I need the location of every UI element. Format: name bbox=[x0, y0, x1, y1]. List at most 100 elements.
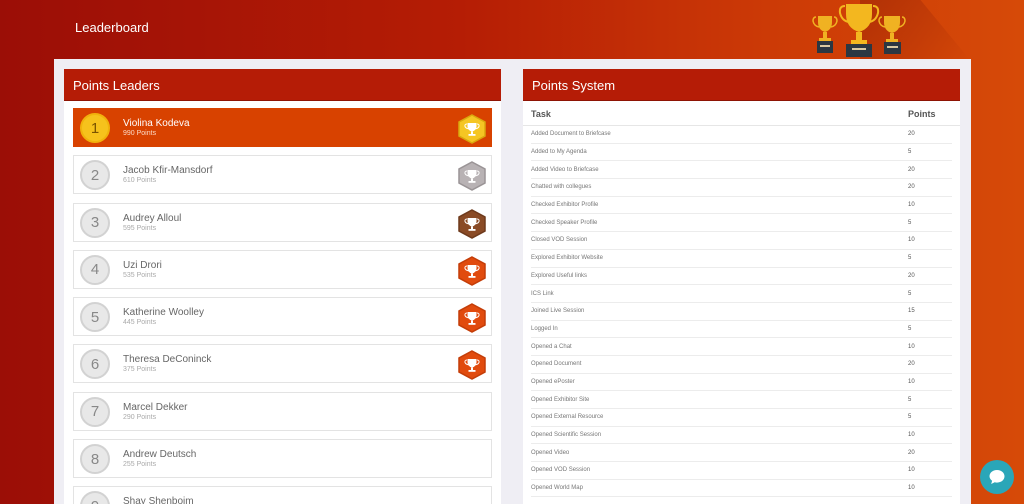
table-row: Opened Document 20 bbox=[531, 356, 952, 374]
task-cell: Checked Speaker Profile bbox=[531, 219, 598, 226]
rank-circle: 8 bbox=[80, 444, 110, 475]
leader-name: Audrey Alloul bbox=[123, 212, 182, 224]
points-cell: 5 bbox=[908, 149, 912, 156]
orange-trophy-icon bbox=[458, 256, 486, 286]
rank-circle: 1 bbox=[80, 113, 110, 143]
points-cell: 10 bbox=[908, 237, 915, 244]
points-cell: 20 bbox=[908, 166, 915, 173]
orange-trophy-icon bbox=[458, 350, 486, 381]
task-cell: ICS Link bbox=[531, 290, 554, 297]
points-cell: 5 bbox=[908, 396, 912, 403]
points-cell: 5 bbox=[908, 255, 912, 262]
task-cell: Opened a Chat bbox=[531, 343, 572, 350]
task-cell: Added Video to Briefcase bbox=[531, 166, 599, 173]
orange-trophy-icon bbox=[458, 303, 486, 334]
rank-circle: 7 bbox=[80, 396, 110, 427]
leader-name: Jacob Kfir-Mansdorf bbox=[123, 165, 213, 177]
table-row: Logged In 5 bbox=[531, 321, 952, 339]
silver-trophy-icon bbox=[458, 161, 486, 192]
leader-row[interactable]: 2 Jacob Kfir-Mansdorf 610 Points bbox=[73, 155, 492, 195]
points-cell: 15 bbox=[908, 308, 915, 315]
leader-row[interactable]: 7 Marcel Dekker 290 Points bbox=[73, 391, 492, 431]
points-leaders-panel: Points Leaders 1 Violina Kodeva 990 Points… bbox=[64, 69, 501, 504]
points-cell: 20 bbox=[908, 449, 915, 456]
leader-row[interactable]: 3 Audrey Alloul 595 Points bbox=[73, 202, 492, 242]
leader-row[interactable]: 6 Theresa DeConinck 375 Points bbox=[73, 344, 492, 384]
task-cell: Opened ePoster bbox=[531, 378, 575, 385]
page-title: Leaderboard bbox=[75, 20, 149, 35]
rank-circle: 5 bbox=[80, 302, 110, 333]
leader-points: 255 Points bbox=[123, 461, 157, 469]
content-area: Points Leaders 1 Violina Kodeva 990 Points… bbox=[54, 59, 971, 504]
table-row: Explored Useful links 20 bbox=[531, 268, 952, 286]
rank-circle: 4 bbox=[80, 254, 110, 285]
leader-name: Violina Kodeva bbox=[123, 118, 190, 129]
leader-row[interactable]: 5 Katherine Woolley 445 Points bbox=[73, 297, 492, 337]
task-cell: Opened Exhibitor Site bbox=[531, 396, 590, 403]
rank-circle: 3 bbox=[80, 207, 110, 238]
leader-name: Uzi Drori bbox=[123, 259, 162, 271]
table-row: Opened Video 20 bbox=[531, 444, 952, 463]
task-cell: Explored Exhibitor Website bbox=[531, 255, 603, 262]
task-cell: Closed VOD Session bbox=[531, 237, 588, 244]
points-cell: 20 bbox=[908, 272, 915, 279]
task-cell: Joined Live Session bbox=[531, 308, 585, 315]
task-cell: Opened Document bbox=[531, 361, 582, 368]
points-cell: 10 bbox=[908, 432, 915, 439]
table-row: Joined Live Session 15 bbox=[531, 303, 952, 321]
leader-points: 990 Points bbox=[123, 130, 157, 137]
points-system-title: Points System bbox=[523, 69, 960, 101]
leader-points: 610 Points bbox=[123, 177, 157, 185]
rank-circle: 2 bbox=[80, 160, 110, 191]
task-cell: Opened Scientific Session bbox=[531, 432, 602, 439]
task-cell: Added Document to Briefcase bbox=[531, 131, 611, 138]
points-leaders-title: Points Leaders bbox=[64, 69, 501, 101]
leader-name: Theresa DeConinck bbox=[123, 354, 212, 366]
leader-name: Shay Shenboim bbox=[123, 496, 194, 504]
chat-widget-button[interactable] bbox=[980, 460, 1014, 494]
task-cell: Added to My Agenda bbox=[531, 149, 587, 156]
leader-row[interactable]: 8 Andrew Deutsch 255 Points bbox=[73, 439, 492, 479]
leader-points: 595 Points bbox=[123, 224, 157, 232]
table-row: Added Document to Briefcase 20 bbox=[531, 126, 952, 144]
leaders-list: 1 Violina Kodeva 990 Points 2 Jacob Kfir-Man… bbox=[64, 101, 501, 504]
points-cell: 20 bbox=[908, 361, 915, 368]
table-row: Added Video to Briefcase 20 bbox=[531, 161, 952, 180]
points-cell: 10 bbox=[908, 485, 915, 492]
leader-name: Katherine Woolley bbox=[123, 307, 204, 319]
table-row: Opened External Resource 5 bbox=[531, 409, 952, 427]
leader-row[interactable]: 1 Violina Kodeva 990 Points bbox=[73, 108, 492, 147]
table-row: Opened World Map 10 bbox=[531, 480, 952, 498]
points-cell: 10 bbox=[908, 467, 915, 474]
table-row: Closed VOD Session 10 bbox=[531, 232, 952, 250]
task-cell: Checked Exhibitor Profile bbox=[531, 202, 599, 209]
table-row: Opened ePoster 10 bbox=[531, 374, 952, 392]
table-row: Explored Exhibitor Website 5 bbox=[531, 250, 952, 268]
task-cell: Opened World Map bbox=[531, 485, 583, 492]
points-cell: 5 bbox=[908, 219, 912, 226]
table-row: Opened Scientific Session 10 bbox=[531, 427, 952, 445]
points-cell: 5 bbox=[908, 325, 912, 332]
leader-row[interactable]: 9 Shay Shenboim bbox=[73, 486, 492, 504]
task-cell: Logged In bbox=[531, 325, 558, 332]
leader-points: 290 Points bbox=[123, 413, 157, 421]
leader-points: 375 Points bbox=[123, 366, 157, 374]
points-cell: 20 bbox=[908, 184, 915, 191]
rank-circle: 6 bbox=[80, 349, 110, 380]
points-table-body: Added Document to Briefcase 20 Added to My… bbox=[523, 126, 960, 498]
leader-name: Marcel Dekker bbox=[123, 401, 188, 413]
table-row: Added to My Agenda 5 bbox=[531, 144, 952, 162]
chat-bubble-icon bbox=[989, 470, 1005, 484]
points-table-header: Task Points bbox=[523, 101, 960, 126]
table-row: ICS Link 5 bbox=[531, 285, 952, 303]
task-cell: Explored Useful links bbox=[531, 272, 588, 279]
points-cell: 20 bbox=[908, 131, 915, 138]
task-cell: Opened VOD Session bbox=[531, 467, 591, 474]
rank-circle: 9 bbox=[80, 491, 110, 504]
leader-points: 445 Points bbox=[123, 319, 157, 327]
table-row: Opened a Chat 10 bbox=[531, 338, 952, 356]
points-column-header: Points bbox=[908, 109, 936, 119]
leader-row[interactable]: 4 Uzi Drori 535 Points bbox=[73, 249, 492, 289]
task-cell: Opened Video bbox=[531, 449, 570, 456]
bronze-trophy-icon bbox=[458, 208, 486, 239]
